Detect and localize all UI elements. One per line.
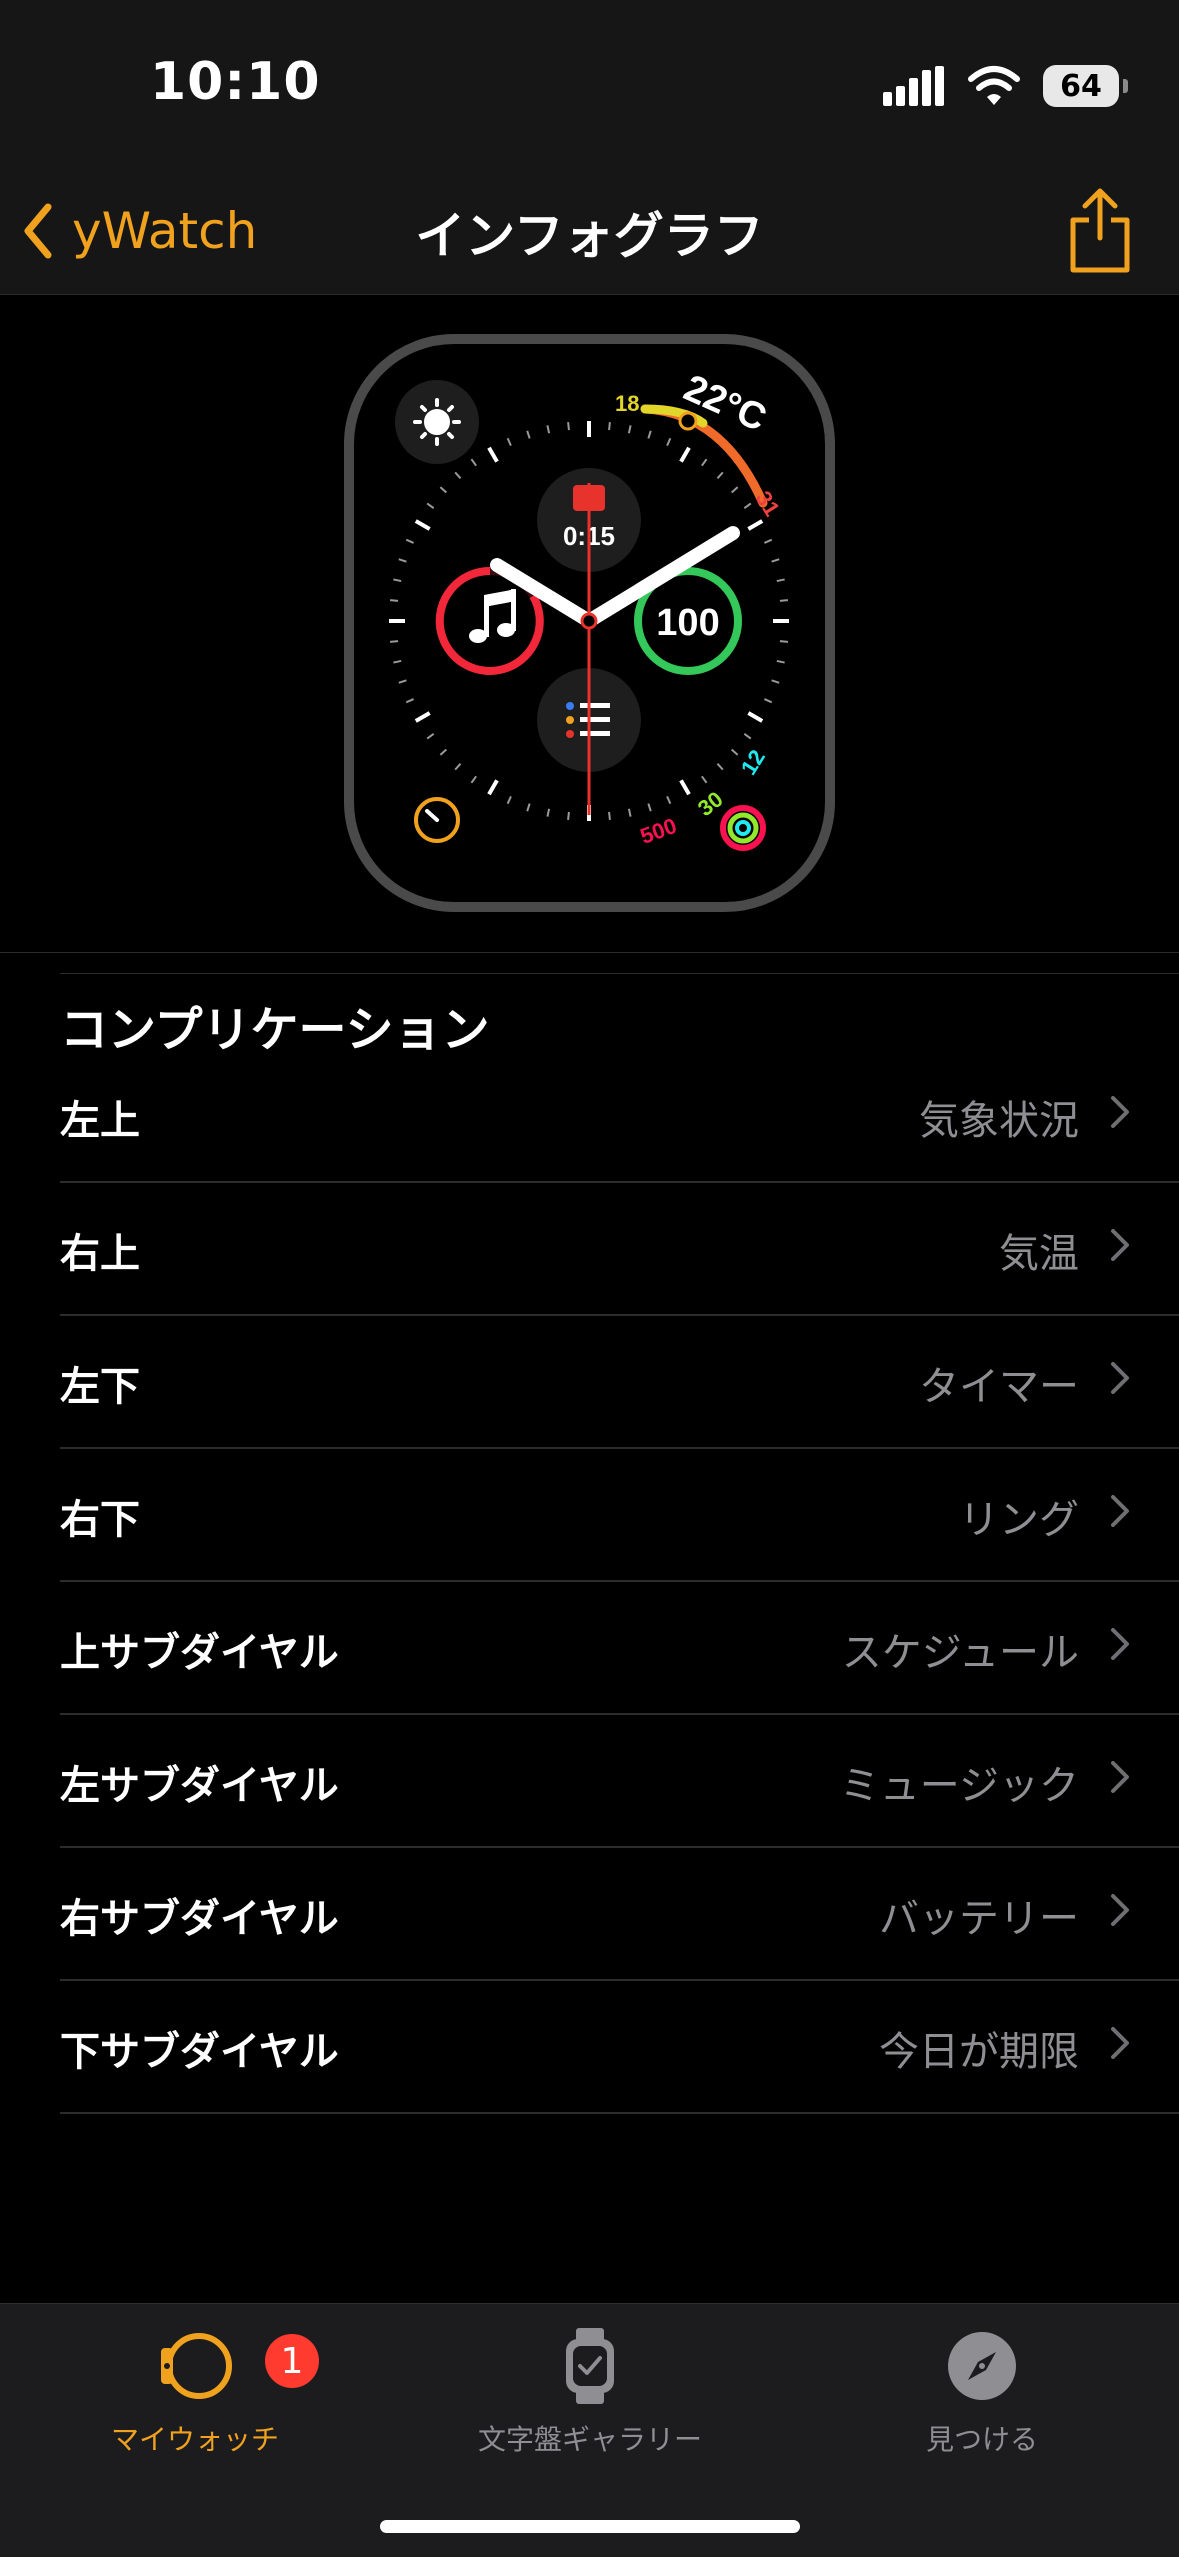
complication-row[interactable]: 左下 タイマー — [60, 1316, 1179, 1449]
temp-min-label: 18 — [615, 391, 639, 416]
watch-icon — [161, 2333, 232, 2399]
tab-label: マイウォッチ — [110, 2423, 279, 2456]
complication-row[interactable]: 下サブダイヤル 今日が期限 — [60, 1981, 1179, 2114]
status-time: 10:10 — [150, 52, 321, 112]
battery-indicator: 64 — [1043, 65, 1128, 107]
divider — [60, 973, 1179, 974]
divider — [0, 952, 1179, 953]
tick-mark — [608, 811, 611, 821]
tick-mark — [608, 421, 611, 431]
tab-my-watch[interactable]: 1 マイウォッチ — [45, 2326, 345, 2458]
complication-value: 今日が期限 — [879, 2029, 1079, 2075]
home-indicator[interactable] — [380, 2520, 800, 2533]
navigation-bar: yWatch インフォグラフ — [0, 170, 1179, 295]
chevron-right-icon — [1111, 2027, 1129, 2059]
complication-value: リング — [959, 1497, 1079, 1543]
complication-label: 下サブダイヤル — [60, 2029, 339, 2075]
hand-pivot — [580, 612, 598, 630]
chevron-right-icon — [1111, 1761, 1129, 1793]
complication-row[interactable]: 上サブダイヤル スケジュール — [60, 1582, 1179, 1715]
tick-mark — [779, 640, 789, 643]
complication-value: スケジュール — [841, 1630, 1079, 1676]
sun-icon — [413, 398, 461, 446]
signal-icon — [883, 66, 944, 106]
tick-mark — [389, 599, 399, 602]
chevron-right-icon — [1111, 1229, 1129, 1261]
chevron-right-icon — [1111, 1628, 1129, 1660]
tab-discover[interactable]: 見つける — [832, 2326, 1132, 2458]
complication-label: 右下 — [60, 1497, 140, 1543]
complication-row[interactable]: 左サブダイヤル ミュージック — [60, 1715, 1179, 1848]
complication-label: 右サブダイヤル — [60, 1896, 339, 1942]
battery-subdial-value: 100 — [656, 602, 719, 644]
chevron-right-icon — [1111, 1495, 1129, 1527]
complication-list: 左上 気象状況 右上 気温 左下 タイマー 右下 リング 上サブダイヤル スケジ… — [60, 1050, 1179, 2114]
complication-value: バッテリー — [879, 1896, 1079, 1942]
status-bar: 10:10 64 — [0, 0, 1179, 170]
tick-mark — [567, 811, 570, 821]
tab-label: 見つける — [925, 2423, 1038, 2456]
complication-row[interactable]: 右サブダイヤル バッテリー — [60, 1848, 1179, 1981]
tick-mark — [779, 599, 789, 602]
tab-label: 文字盤ギャラリー — [477, 2423, 702, 2456]
complication-row[interactable]: 左上 気象状況 — [60, 1050, 1179, 1183]
share-icon[interactable] — [1065, 186, 1135, 274]
complication-value: ミュージック — [839, 1763, 1079, 1809]
chevron-right-icon — [1111, 1096, 1129, 1128]
complication-label: 上サブダイヤル — [60, 1630, 339, 1676]
complication-value: タイマー — [919, 1364, 1079, 1410]
tick-mark — [389, 640, 399, 643]
battery-nub — [1123, 79, 1128, 93]
tick-mark — [567, 421, 570, 431]
complication-row[interactable]: 右上 気温 — [60, 1183, 1179, 1316]
battery-level: 64 — [1060, 68, 1102, 104]
page-title: インフォグラフ — [415, 207, 764, 265]
tab-bar: 1 マイウォッチ 文字盤ギャラリー 見つける — [0, 2303, 1179, 2557]
temperature-marker — [678, 411, 698, 431]
complication-row[interactable]: 右下 リング — [60, 1449, 1179, 1582]
watch-face-preview[interactable]: 18 22°C 31 0:15 100 500 30 12 — [0, 295, 1179, 952]
chevron-right-icon — [1111, 1362, 1129, 1394]
tab-face-gallery[interactable]: 文字盤ギャラリー — [440, 2326, 740, 2458]
complication-value: 気象状況 — [919, 1098, 1079, 1144]
complication-value: 気温 — [999, 1231, 1079, 1277]
watch-face-gallery-icon — [566, 2328, 614, 2404]
notification-badge: 1 — [265, 2334, 319, 2388]
complication-label: 左下 — [60, 1364, 140, 1410]
status-icons: 64 — [883, 58, 1128, 114]
complication-label: 左サブダイヤル — [60, 1763, 339, 1809]
complication-label: 右上 — [60, 1231, 140, 1277]
compass-icon — [948, 2332, 1016, 2400]
wifi-icon — [968, 66, 1020, 105]
complication-label: 左上 — [60, 1098, 140, 1144]
chevron-right-icon — [1111, 1894, 1129, 1926]
watch-face: 18 22°C 31 0:15 100 500 30 12 — [344, 334, 835, 912]
